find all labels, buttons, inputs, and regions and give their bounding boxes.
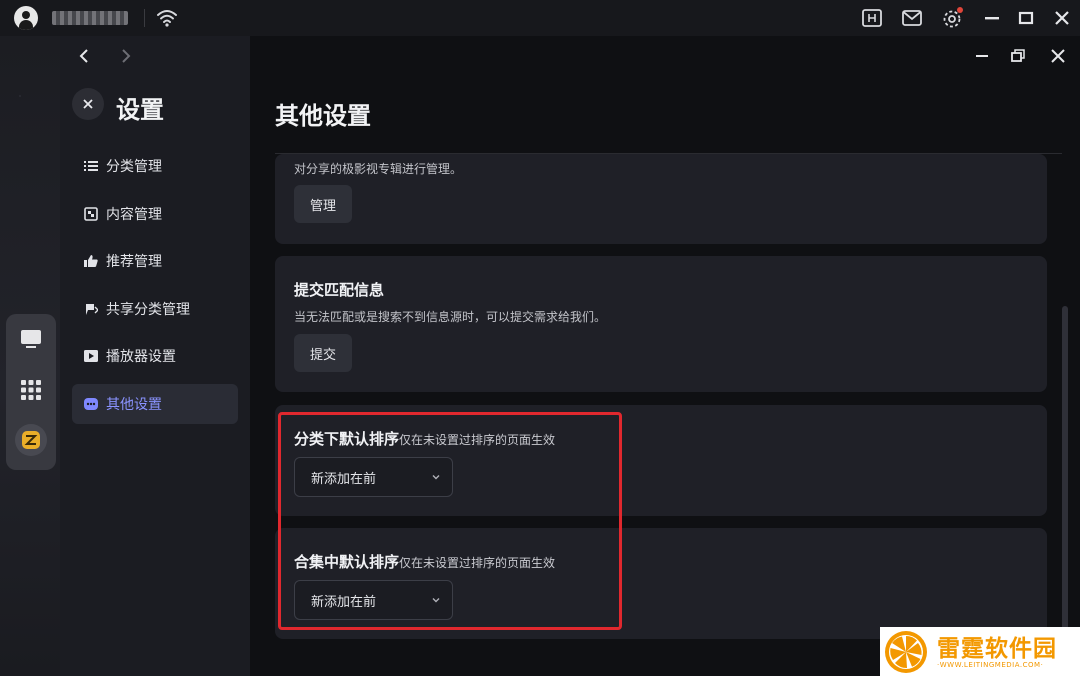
sidebar-item-label: 共享分类管理 [106, 301, 190, 318]
settings-sidebar: 设置 分类管理 内容管理 推荐管理 共享分类管理 播放器设置 其他设置 [60, 36, 250, 676]
forward-arrow-icon[interactable] [116, 46, 136, 66]
sidebar-item-label: 内容管理 [106, 206, 162, 223]
submit-match-card: 提交匹配信息 当无法匹配或是搜索不到信息源时，可以提交需求给我们。 提交 [275, 256, 1047, 392]
sidebar-item-player-settings[interactable]: 播放器设置 [72, 336, 238, 376]
sidebar-item-category-management[interactable]: 分类管理 [72, 146, 238, 186]
close-icon [83, 99, 93, 109]
thumbs-up-icon [84, 255, 98, 267]
settings-title: 设置 [116, 96, 164, 124]
category-sort-title: 分类下默认排序 [294, 430, 400, 448]
desktop-background [0, 36, 60, 676]
list-icon [84, 161, 98, 171]
restore-icon[interactable] [1008, 46, 1028, 66]
back-arrow-icon[interactable] [74, 46, 94, 66]
submit-match-heading: 提交匹配信息 [294, 281, 385, 299]
scrollbar[interactable] [1062, 306, 1068, 636]
sidebar-item-label: 其他设置 [106, 396, 162, 413]
username-blurred [52, 11, 128, 25]
share-icon [86, 303, 98, 315]
dock [6, 314, 56, 470]
apps-grid-icon[interactable] [15, 374, 47, 406]
app-window: 设置 分类管理 内容管理 推荐管理 共享分类管理 播放器设置 其他设置 其他设置… [60, 36, 1080, 676]
collection-sort-value: 新添加在前 [311, 594, 377, 610]
manage-description: 对分享的极影视专辑进行管理。 [294, 162, 463, 176]
watermark-title: 雷霆软件园 [937, 636, 1057, 662]
manage-button[interactable]: 管理 [294, 185, 353, 223]
settings-icon[interactable] [940, 6, 964, 30]
leiting-app-icon[interactable] [15, 424, 47, 456]
chevron-down-icon [432, 598, 440, 603]
play-icon [84, 350, 98, 362]
minimize-icon[interactable] [972, 46, 992, 66]
mail-icon[interactable] [900, 6, 924, 30]
avatar-icon[interactable] [14, 6, 38, 30]
collection-sort-note: 仅在未设置过排序的页面生效 [399, 556, 556, 570]
watermark: 雷霆软件园 ·WWW.LEITINGMEDIA.COM· [880, 627, 1080, 676]
notification-dot [957, 7, 963, 13]
more-icon [84, 397, 98, 410]
collection-sort-heading: 合集中默认排序仅在未设置过排序的页面生效 [294, 551, 555, 572]
sidebar-item-recommend-management[interactable]: 推荐管理 [72, 241, 238, 281]
sidebar-item-label: 分类管理 [106, 159, 162, 175]
divider [144, 9, 145, 27]
collection-sort-select[interactable]: 新添加在前 [294, 580, 453, 620]
page-title: 其他设置 [275, 102, 371, 130]
submit-button[interactable]: 提交 [294, 334, 353, 372]
watermark-url-text: WWW.LEITINGMEDIA.COM [939, 661, 1041, 669]
sidebar-item-other-settings[interactable]: 其他设置 [72, 383, 238, 424]
category-sort-heading: 分类下默认排序仅在未设置过排序的页面生效 [294, 428, 555, 449]
watermark-url: ·WWW.LEITINGMEDIA.COM· [937, 661, 1044, 669]
collection-sort-card: 合集中默认排序仅在未设置过排序的页面生效 新添加在前 [275, 528, 1047, 639]
sidebar-item-content-management[interactable]: 内容管理 [72, 194, 238, 234]
sidebar-item-shared-category-management[interactable]: 共享分类管理 [72, 289, 238, 329]
close-icon[interactable] [1050, 6, 1074, 30]
content-icon [84, 206, 98, 221]
category-sort-value: 新添加在前 [311, 471, 377, 487]
category-sort-note: 仅在未设置过排序的页面生效 [399, 433, 556, 447]
tv-icon[interactable] [15, 322, 47, 354]
os-title-bar [0, 0, 1080, 36]
wifi-icon[interactable] [156, 8, 178, 28]
category-sort-card: 分类下默认排序仅在未设置过排序的页面生效 新添加在前 [275, 405, 1047, 516]
settings-main-panel: 其他设置 对分享的极影视专辑进行管理。 管理 提交匹配信息 当无法匹配或是搜索不… [250, 36, 1080, 676]
close-icon[interactable] [1048, 46, 1068, 66]
screen-capture-icon[interactable] [860, 6, 884, 30]
minimize-icon[interactable] [980, 6, 1004, 30]
manage-card: 对分享的极影视专辑进行管理。 管理 [275, 154, 1047, 244]
settings-menu: 分类管理 内容管理 推荐管理 共享分类管理 播放器设置 其他设置 [72, 146, 238, 431]
maximize-icon[interactable] [1014, 6, 1038, 30]
sidebar-item-label: 播放器设置 [106, 349, 176, 365]
orange-logo-icon [885, 631, 927, 673]
close-settings-button[interactable] [72, 88, 104, 120]
chevron-down-icon [432, 475, 440, 480]
collection-sort-title: 合集中默认排序 [294, 553, 400, 571]
category-sort-select[interactable]: 新添加在前 [294, 457, 453, 497]
sidebar-item-label: 推荐管理 [106, 254, 162, 270]
submit-match-description: 当无法匹配或是搜索不到信息源时，可以提交需求给我们。 [294, 310, 607, 324]
